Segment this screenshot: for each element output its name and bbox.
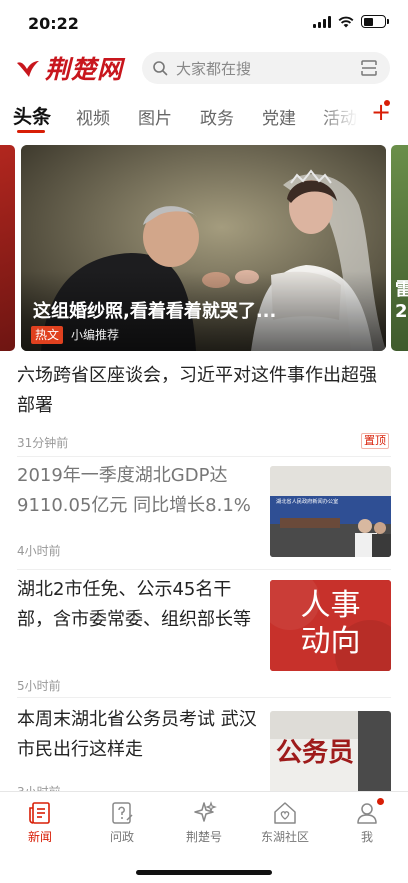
featured-carousel[interactable]: 这组婚纱照,看着看着就哭了... 热文 小编推荐 雷 2 (0, 145, 408, 351)
news-title[interactable]: 本周末湖北省公务员考试 武汉市民出行这样走 (17, 705, 257, 765)
news-item[interactable]: 2019年一季度湖北GDP达9110.05亿元 同比增长8.1% 4小时前 湖北… (0, 459, 408, 567)
tab-video[interactable]: 视频 (76, 104, 110, 129)
next-slide-text: 雷 2 (395, 279, 408, 322)
carousel-main-slide[interactable]: 这组婚纱照,看着看着就哭了... 热文 小编推荐 (21, 145, 386, 351)
personnel-news-image: 人事动向 (270, 580, 391, 671)
news-title[interactable]: 六场跨省区座谈会，习近平对这件事作出超强部署 (17, 361, 391, 421)
news-title[interactable]: 湖北2市任免、公示45名干部，含市委常委、组织部长等 (17, 575, 257, 635)
civil-servant-exam-image: 公务员 (270, 711, 391, 791)
app-header: 荆楚网 大家都在搜 (0, 46, 408, 92)
battery-icon (361, 15, 389, 28)
pinned-badge: 置顶 (361, 433, 389, 449)
logo-mark-icon (17, 61, 39, 77)
carousel-title: 这组婚纱照,看着看着就哭了... (33, 301, 277, 322)
nav-label: 我 (360, 830, 373, 844)
news-thumbnail[interactable]: 湖北省人民政府新闻办公室 (270, 466, 391, 557)
news-item[interactable]: 湖北2市任免、公示45名干部，含市委常委、组织部长等 5小时前 人事动向 (0, 573, 408, 693)
news-item[interactable]: 本周末湖北省公务员考试 武汉市民出行这样走 3小时前 公务员 (0, 705, 408, 791)
search-bar[interactable]: 大家都在搜 (142, 52, 390, 84)
app-logo: 荆楚网 (15, 50, 123, 86)
carousel-meta: 小编推荐 (71, 328, 120, 342)
news-time: 4小时前 (17, 544, 61, 558)
news-time: 31分钟前 (17, 436, 69, 450)
status-time: 20:22 (28, 14, 79, 33)
thumb-text: 人事动向 (300, 588, 361, 659)
question-icon (112, 802, 133, 824)
profile-icon (357, 803, 377, 824)
news-icon (29, 802, 50, 824)
news-time: 3小时前 (17, 783, 61, 791)
tab-government[interactable]: 政务 (200, 104, 234, 129)
tab-fade (318, 92, 358, 136)
news-item[interactable]: 六场跨省区座谈会，习近平对这件事作出超强部署 31分钟前 置顶 (0, 361, 408, 456)
nav-donghu-community[interactable]: 东湖社区 (245, 800, 325, 845)
category-tabs: 头条 视频 图片 政务 党建 活动 + (0, 92, 408, 136)
tab-party[interactable]: 党建 (262, 104, 296, 129)
nav-news[interactable]: 新闻 (0, 800, 80, 845)
nav-label: 新闻 (27, 830, 52, 844)
hot-tag-badge: 热文 (31, 326, 64, 344)
divider (17, 697, 391, 698)
carousel-prev-slide[interactable] (0, 145, 15, 351)
svg-text:湖北省人民政府新闻办公室: 湖北省人民政府新闻办公室 (276, 497, 338, 505)
nav-label: 东湖社区 (260, 830, 309, 844)
status-icons (313, 15, 389, 28)
tab-pictures[interactable]: 图片 (138, 104, 172, 129)
active-tab-indicator (17, 130, 45, 133)
home-indicator[interactable] (136, 870, 272, 875)
status-bar: 20:22 (0, 0, 408, 46)
sparkle-icon (194, 801, 217, 822)
notification-dot (377, 798, 384, 805)
news-title[interactable]: 2019年一季度湖北GDP达9110.05亿元 同比增长8.1% (17, 461, 257, 521)
news-thumbnail[interactable]: 公务员 (270, 711, 391, 791)
divider (17, 456, 391, 457)
divider (17, 569, 391, 570)
community-icon (274, 802, 296, 824)
nav-inquiry[interactable]: 问政 (82, 800, 162, 845)
news-time: 5小时前 (17, 679, 61, 693)
wifi-icon (338, 16, 354, 27)
thumb-text: 公务员 (276, 738, 355, 768)
signal-icon (313, 15, 331, 28)
new-channel-dot (384, 100, 390, 106)
search-placeholder: 大家都在搜 (176, 60, 252, 78)
search-icon (153, 61, 168, 76)
press-conference-image: 湖北省人民政府新闻办公室 (270, 466, 391, 557)
carousel-next-slide[interactable]: 雷 2 (391, 145, 408, 351)
news-thumbnail[interactable]: 人事动向 (270, 580, 391, 671)
nav-label: 荆楚号 (185, 830, 222, 844)
nav-jingchu-hao[interactable]: 荆楚号 (164, 800, 244, 845)
logo-text: 荆楚网 (45, 55, 124, 84)
nav-me[interactable]: 我 (327, 798, 407, 845)
nav-label: 问政 (109, 830, 134, 844)
tab-headlines[interactable]: 头条 (13, 102, 51, 129)
scan-icon[interactable] (360, 59, 378, 77)
